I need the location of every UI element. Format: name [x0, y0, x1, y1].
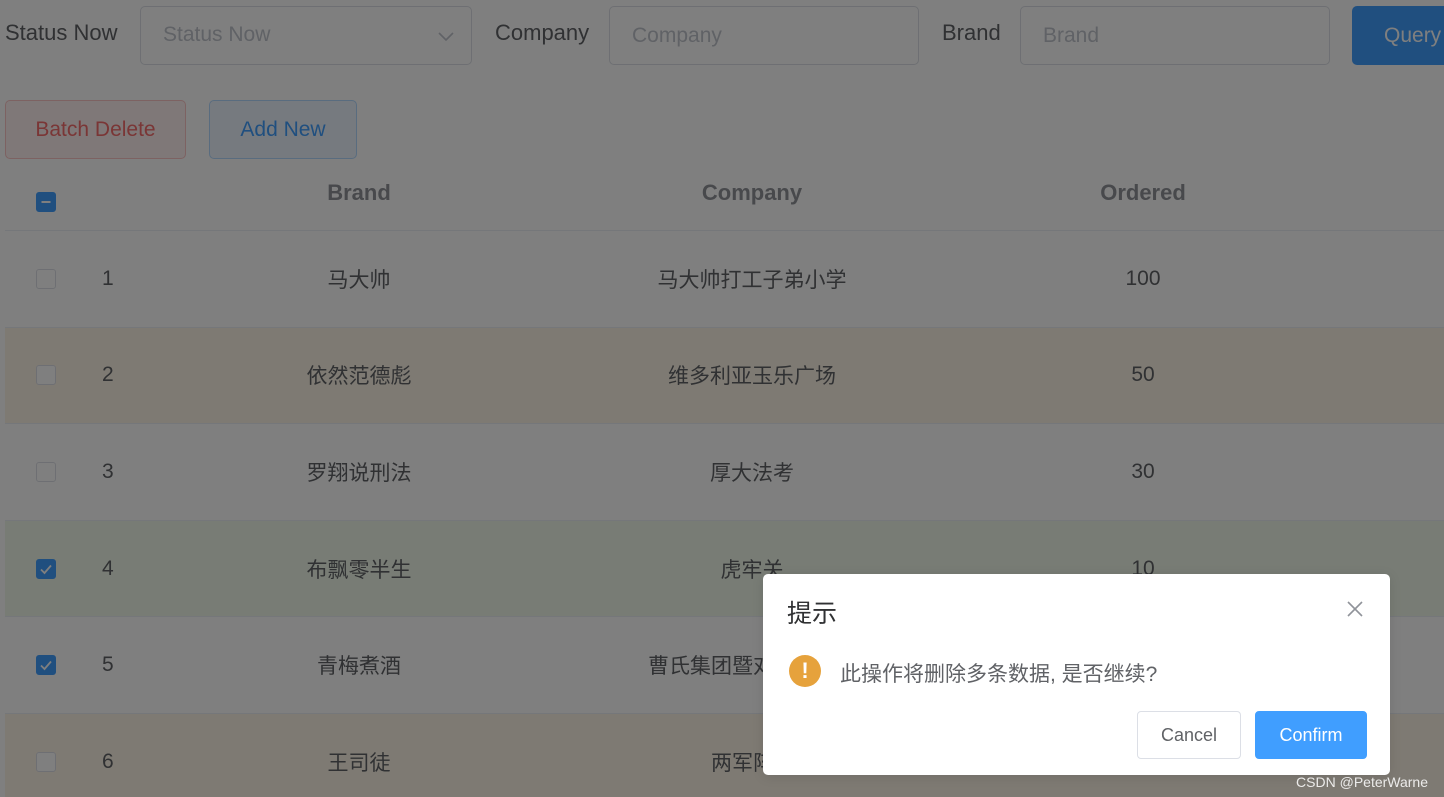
- confirm-button[interactable]: Confirm: [1255, 711, 1367, 759]
- close-icon[interactable]: [1346, 600, 1364, 618]
- warning-icon: !: [789, 655, 821, 687]
- confirm-dialog: 提示 ! 此操作将删除多条数据, 是否继续? Cancel Confirm: [763, 574, 1390, 775]
- cancel-button[interactable]: Cancel: [1137, 711, 1241, 759]
- dialog-message: 此操作将删除多条数据, 是否继续?: [840, 663, 1158, 686]
- dialog-title: 提示: [787, 600, 838, 628]
- watermark: CSDN @PeterWarne: [1296, 774, 1428, 790]
